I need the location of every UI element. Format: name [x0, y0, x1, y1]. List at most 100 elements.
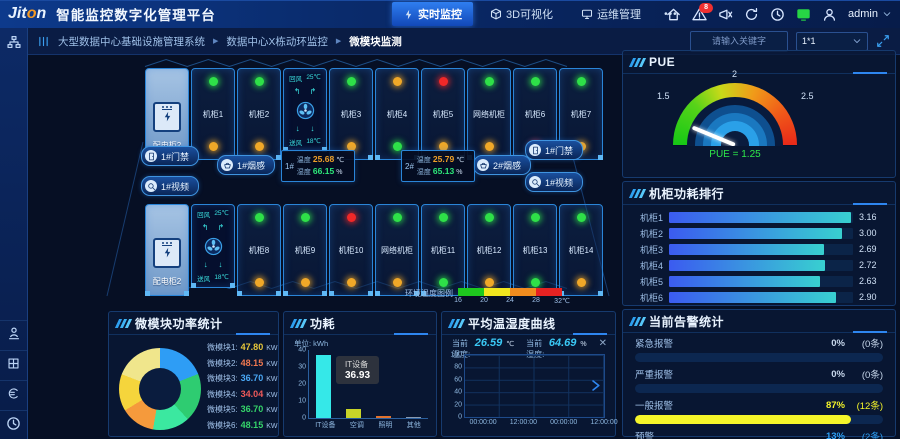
cabinet-机柜8[interactable]: 机柜8 [237, 204, 281, 296]
cabinet-机柜14[interactable]: 机柜14 [559, 204, 603, 296]
status-light-top-green [531, 213, 540, 222]
close-icon[interactable]: ✕ [599, 338, 607, 349]
chevron-down-icon [882, 9, 892, 19]
history-icon[interactable] [0, 410, 27, 435]
user-menu[interactable]: admin [848, 8, 892, 20]
top-header: Jiton 智能监控数字化管理平台 实时监控3D可视化运维管理••• 8admi… [0, 0, 900, 28]
status-light-bottom-yellow [485, 278, 494, 287]
chevron-down-icon [852, 36, 862, 46]
screen-icon[interactable] [796, 7, 811, 22]
door-icon [145, 150, 157, 162]
grid-icon[interactable] [0, 350, 27, 375]
module-label: 微模块5: [207, 404, 238, 415]
cabinet-机柜5[interactable]: 机柜5 [421, 68, 465, 160]
cabinet-机柜9[interactable]: 机柜9 [283, 204, 327, 296]
supply-air-label: 送风 [289, 137, 302, 147]
cabinet-label: 机柜1 [203, 109, 223, 120]
home-icon[interactable] [666, 7, 681, 22]
panel-deco-icon [631, 58, 644, 67]
cabinet-机柜2[interactable]: 机柜2 [237, 68, 281, 160]
currency-icon[interactable] [0, 380, 27, 405]
breadcrumb-item-3[interactable]: 微模块监测 [349, 34, 402, 49]
user-icon[interactable] [822, 7, 837, 22]
next-arrow-icon[interactable] [589, 379, 602, 392]
nav-tab-3[interactable]: 运维管理 [570, 2, 652, 26]
cabinet-机柜13[interactable]: 机柜13 [513, 204, 557, 296]
temp-humidity-sensor-2[interactable]: 2# 温度 25.79 ℃ 湿度 65.13 % [401, 150, 475, 182]
legend-color-block [536, 288, 562, 296]
refresh-icon[interactable] [744, 7, 759, 22]
status-light-bottom-yellow [577, 278, 586, 287]
rank-bar [669, 260, 825, 271]
video-1-left-button[interactable]: 1#视频 [141, 176, 199, 196]
rank-row: 机柜62.90 [623, 289, 895, 305]
return-air-label: 回风 [289, 73, 302, 83]
rank-value: 3.00 [859, 228, 885, 238]
environment-temperature-legend: 环境温度图例 1620242832℃ [405, 288, 562, 306]
alarm-group: 严重报警0%(0条) [623, 364, 895, 395]
alarm-row: 严重报警0%(0条) [635, 367, 883, 381]
cabinet-机柜1[interactable]: 机柜1 [191, 68, 235, 160]
cabinet-机柜4[interactable]: 机柜4 [375, 68, 419, 160]
layout-select[interactable]: 1*1 [796, 32, 868, 51]
cabinet-网络机柜[interactable]: 网络机柜 [467, 68, 511, 160]
search-input[interactable] [690, 31, 788, 52]
collapse-menu-icon[interactable] [37, 35, 50, 48]
cabinet-机柜12[interactable]: 机柜12 [467, 204, 511, 296]
video-1-right-button[interactable]: 1#视频 [525, 172, 583, 192]
nav-tab-label: 实时监控 [418, 6, 462, 22]
y-tick: 20 [454, 401, 462, 408]
rank-track [669, 244, 853, 255]
air-conditioner-unit[interactable]: 回风25℃↰↱↓↓送风18℃ [283, 68, 327, 152]
rank-label: 机柜3 [633, 243, 663, 256]
clock-icon[interactable] [770, 7, 785, 22]
breadcrumb-item-1[interactable]: 大型数据中心基础设施管理系统 [58, 34, 205, 49]
mute-icon[interactable] [718, 7, 733, 22]
alarm-label: 严重报警 [635, 367, 673, 381]
temp-humidity-sensor-1[interactable]: 1# 温度 25.68 ℃ 湿度 66.15 % [281, 150, 355, 182]
breadcrumb: 大型数据中心基础设施管理系统▶数据中心X栋动环监控▶微模块监测 [58, 34, 402, 49]
alarm-icon[interactable]: 8 [692, 7, 707, 22]
alarm-percent: 0% [831, 369, 845, 380]
user-location-icon[interactable] [0, 320, 27, 345]
cabinet-机柜3[interactable]: 机柜3 [329, 68, 373, 160]
module-value: 48.15 [241, 420, 264, 430]
legend-label: 环境温度图例 [405, 288, 453, 299]
panel-deco-icon [117, 319, 130, 328]
status-light-bottom-yellow [209, 142, 218, 151]
status-light-bottom-green [531, 278, 540, 287]
cabinet-label: 机柜8 [249, 245, 269, 256]
smoke-detector-2-button[interactable]: 2#烟感 [473, 155, 531, 175]
power-distribution-icon [153, 238, 181, 268]
fan-icon [204, 237, 223, 256]
temp-value: 25.79 [433, 154, 454, 165]
alarm-group: 紧急报警0%(0条) [623, 333, 895, 364]
x-tick: 12:00:00 [590, 419, 617, 426]
cabinet-网络机柜[interactable]: 网络机柜 [375, 204, 419, 296]
breadcrumb-item-2[interactable]: 数据中心X栋动环监控 [226, 34, 328, 49]
alarm-percent: 13% [826, 431, 845, 439]
air-conditioner-unit[interactable]: 回风25℃↰↱↓↓送风18℃ [191, 204, 235, 288]
x-label: 空调 [350, 420, 364, 430]
cabinet-机柜10[interactable]: 机柜10 [329, 204, 373, 296]
alarm-row: 一般报警87%(12条) [635, 398, 883, 412]
sensor-id: 1# [285, 162, 294, 171]
nav-tab-1[interactable]: 实时监控 [392, 2, 473, 26]
door-access-1-left-button[interactable]: 1#门禁 [141, 146, 199, 166]
door-access-1-right-button[interactable]: 1#门禁 [525, 140, 583, 160]
fullscreen-icon[interactable] [876, 34, 890, 48]
panel-title: 当前告警统计 [649, 313, 724, 330]
energy-bar-其他 [406, 417, 421, 418]
status-light-bottom-yellow [301, 278, 310, 287]
cabinet-机柜11[interactable]: 机柜11 [421, 204, 465, 296]
nav-tab-2[interactable]: 3D可视化 [479, 2, 564, 26]
module-power-legend: 微模块1:47.80KW微模块2:48.15KW微模块3:36.70KW微模块4… [207, 342, 277, 435]
cabinet-label: 机柜7 [571, 109, 591, 120]
module-power-row: 微模块3:36.70KW [207, 373, 277, 389]
power-cabinet[interactable]: 配电柜2 [145, 204, 189, 296]
sitemap-icon[interactable] [0, 30, 27, 54]
smoke-detector-1-button[interactable]: 1#烟感 [217, 155, 275, 175]
rank-label: 机柜5 [633, 275, 663, 288]
y-tick: 0 [458, 414, 462, 421]
supply-air-row: 送风18℃ [285, 137, 325, 147]
